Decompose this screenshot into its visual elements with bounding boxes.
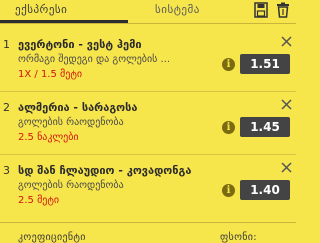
betslip-footer: კოეფიციენტი ფსონი: xyxy=(0,222,296,243)
coefficient-label: კოეფიციენტი xyxy=(18,232,86,243)
betslip-tabs: ექსპრესი სისტემა xyxy=(0,0,296,24)
tab-system[interactable]: სისტემა xyxy=(155,3,200,16)
bet-teams: ევერტონი - ვესტ ჰემი xyxy=(18,38,142,51)
bet-item-3: 3 სდ შან ჩლაუდიო - კოვადონგა გოლების რაო… xyxy=(0,160,296,222)
bet-pick: 2.5 მეტი xyxy=(18,195,60,206)
close-icon[interactable] xyxy=(281,162,292,173)
bet-teams: სდ შან ჩლაუდიო - კოვადონგა xyxy=(18,164,192,177)
odds-badge: 1.51 xyxy=(240,54,290,74)
close-icon[interactable] xyxy=(281,99,292,110)
bet-item-2: 2 ალმერია - სარაგოსა გოლების რაოდენობა 2… xyxy=(0,97,296,159)
info-icon[interactable]: i xyxy=(222,184,235,197)
bet-item-1: 1 ევერტონი - ვესტ ჰემი ორმაგი შედეგი და … xyxy=(0,34,296,96)
bet-market: გოლების რაოდენობა xyxy=(18,180,124,191)
tab-divider xyxy=(0,23,296,24)
bet-number: 2 xyxy=(3,101,10,114)
bet-pick: 2.5 ნაკლები xyxy=(18,132,79,143)
bet-divider xyxy=(0,154,296,155)
bet-market: ორმაგი შედეგი და გოლების ... xyxy=(18,54,171,65)
bet-number: 3 xyxy=(3,164,10,177)
bet-market: გოლების რაოდენობა xyxy=(18,117,124,128)
bet-pick: 1X / 1.5 მეტი xyxy=(18,69,83,80)
odds-badge: 1.45 xyxy=(240,117,290,137)
footer-divider xyxy=(0,222,296,223)
trash-icon[interactable] xyxy=(276,2,290,18)
info-icon[interactable]: i xyxy=(222,121,235,134)
stake-label: ფსონი: xyxy=(220,232,257,243)
odds-badge: 1.40 xyxy=(240,180,290,200)
info-icon[interactable]: i xyxy=(222,58,235,71)
close-icon[interactable] xyxy=(281,36,292,47)
bet-teams: ალმერია - სარაგოსა xyxy=(18,101,138,114)
tab-express[interactable]: ექსპრესი xyxy=(15,3,67,16)
save-icon[interactable] xyxy=(254,2,268,18)
bet-divider xyxy=(0,91,296,92)
bet-number: 1 xyxy=(3,38,10,51)
